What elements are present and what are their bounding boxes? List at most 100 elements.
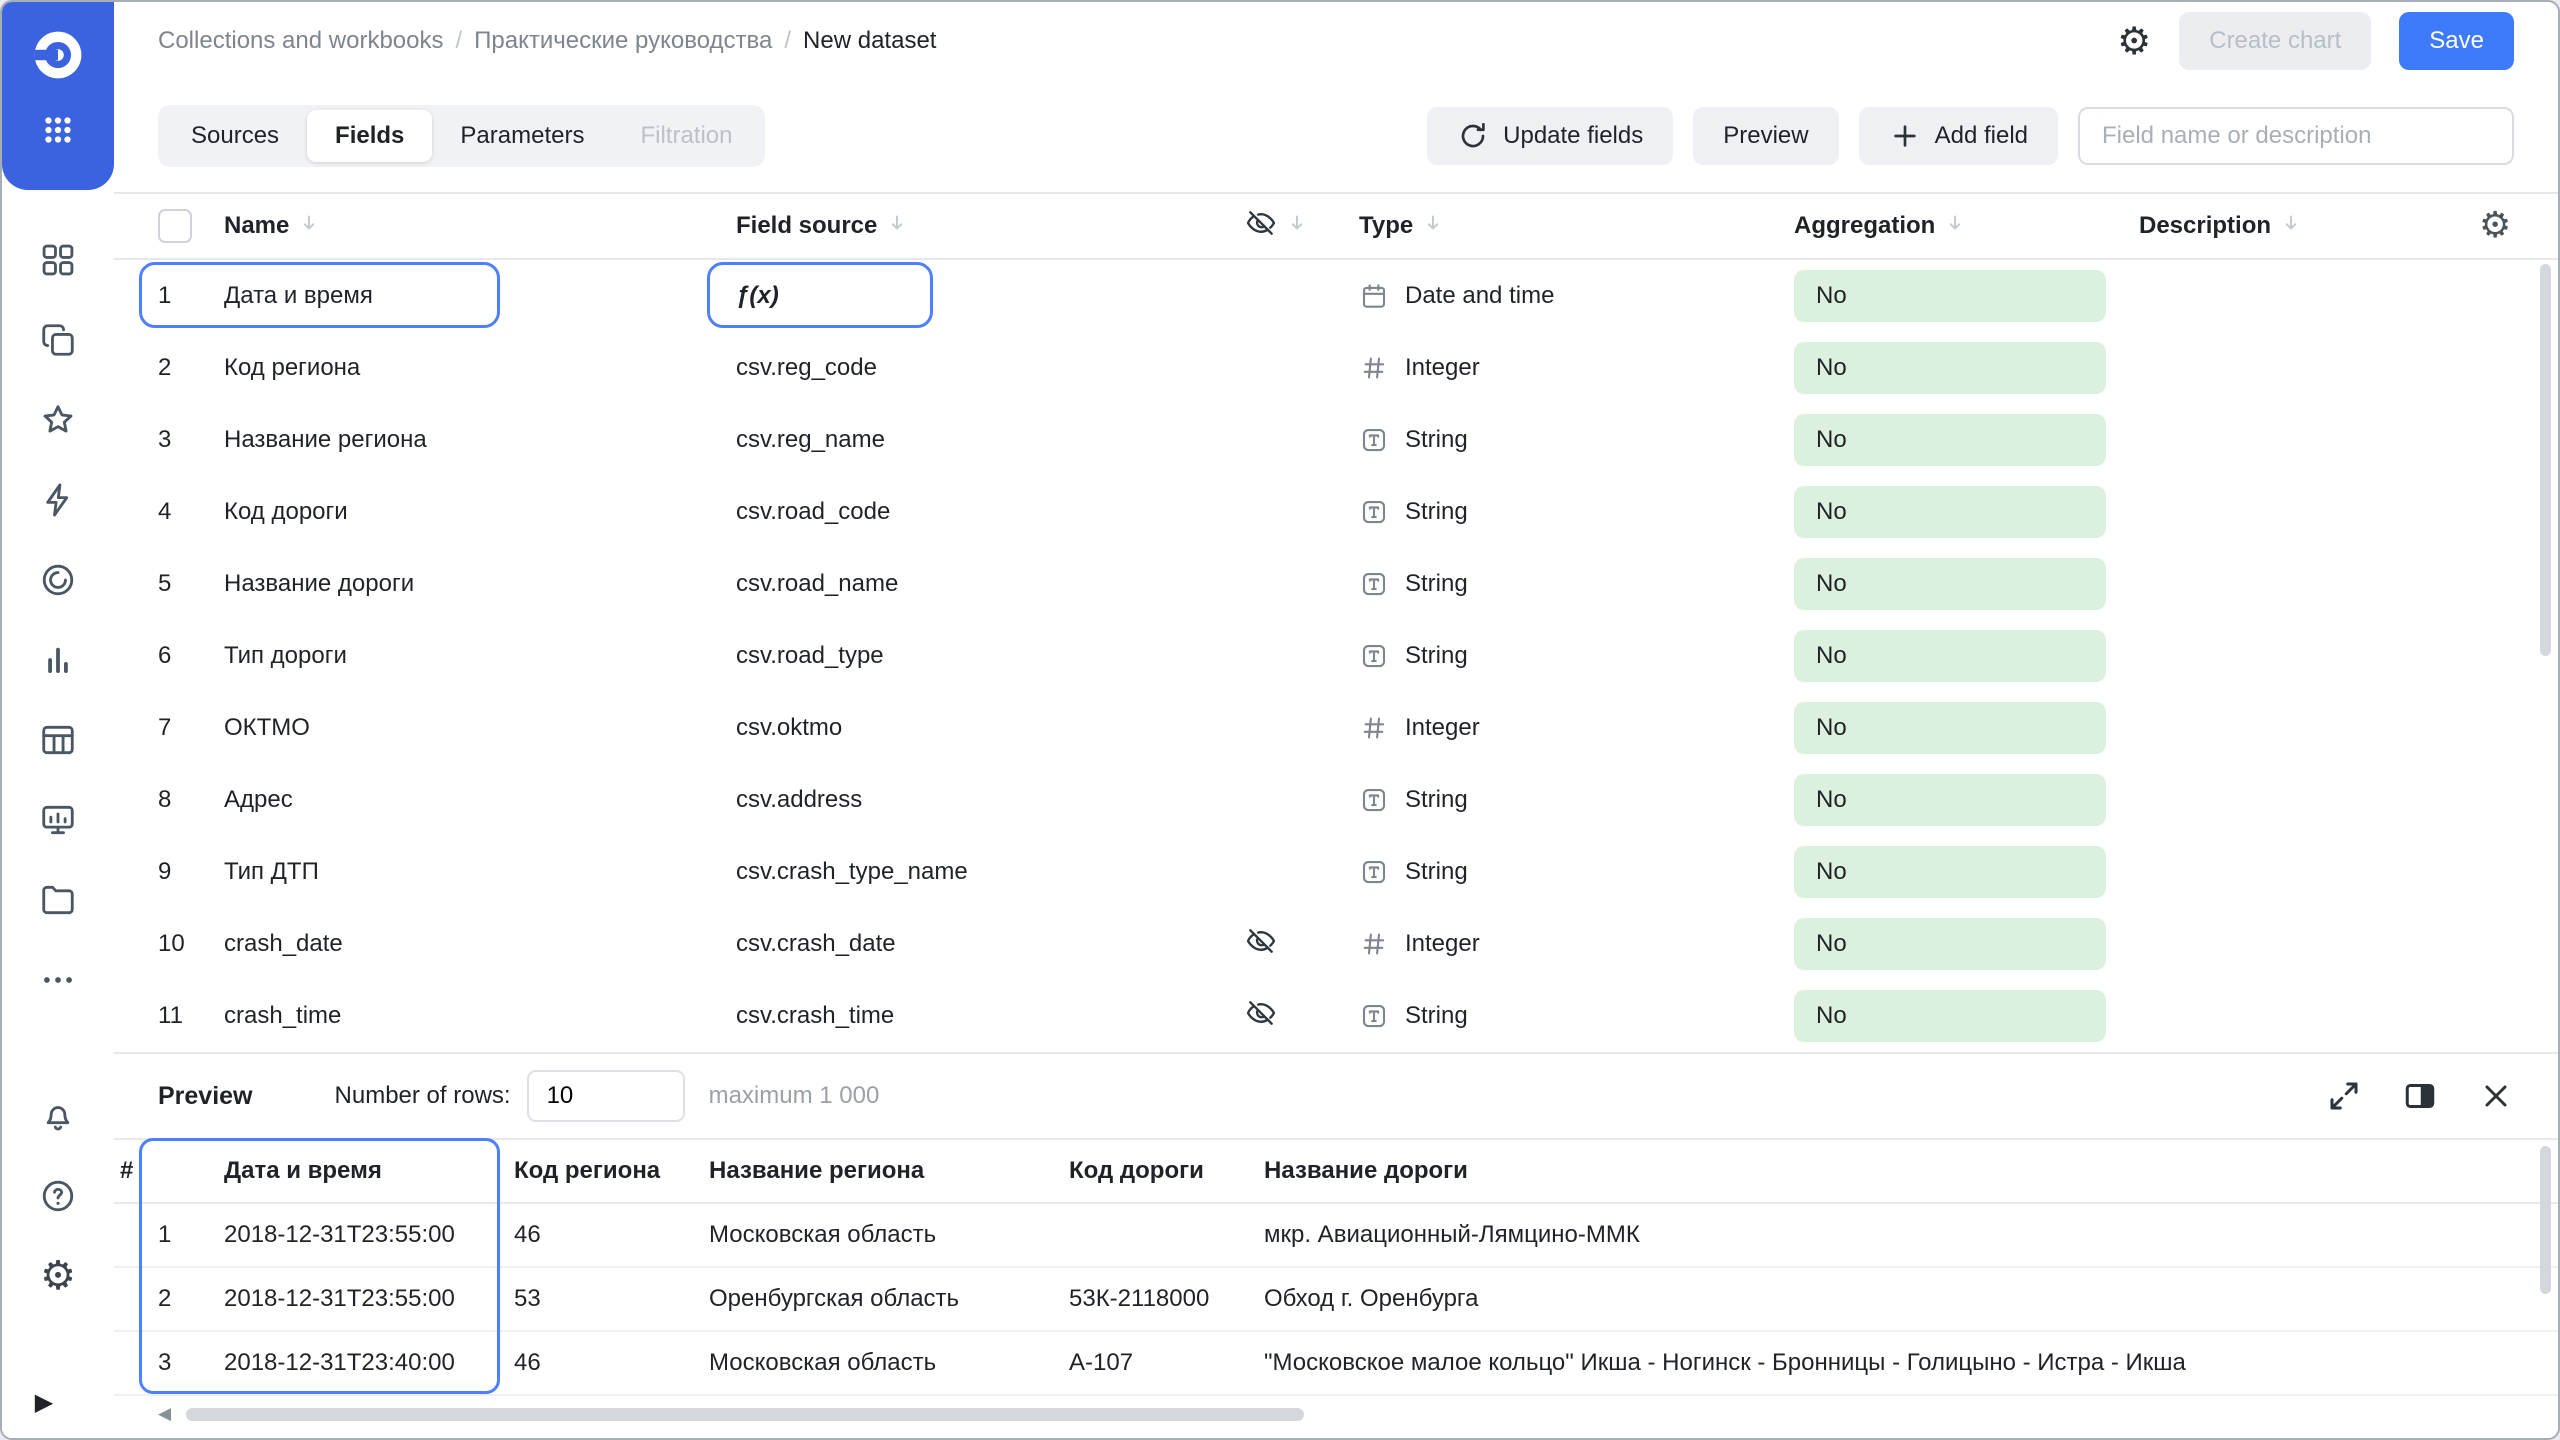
aggregation-badge[interactable]: No <box>1794 486 2106 538</box>
tab-fields[interactable]: Fields <box>307 110 432 162</box>
column-header-name[interactable]: Name <box>218 211 730 242</box>
folder-icon[interactable] <box>38 880 78 920</box>
field-type[interactable]: String <box>1353 425 1788 455</box>
field-source[interactable]: csv.road_name <box>730 570 1239 598</box>
connections-bolt-icon[interactable] <box>38 480 78 520</box>
table-grid-icon[interactable] <box>38 720 78 760</box>
field-source[interactable]: csv.oktmo <box>730 714 1239 742</box>
aggregation-badge[interactable]: No <box>1794 270 2106 322</box>
field-name[interactable]: Код дороги <box>218 498 730 526</box>
update-fields-button[interactable]: Update fields <box>1427 107 1673 165</box>
breadcrumb-collections[interactable]: Collections and workbooks <box>158 27 443 55</box>
charts-bars-icon[interactable] <box>38 640 78 680</box>
rows-count-input[interactable] <box>527 1070 685 1122</box>
field-name[interactable]: crash_date <box>218 930 730 958</box>
field-name[interactable]: Название дороги <box>218 570 730 598</box>
column-header-description[interactable]: Description <box>2133 211 2473 242</box>
field-source[interactable]: csv.road_code <box>730 498 1239 526</box>
field-aggregation[interactable]: No <box>1788 270 2133 322</box>
column-header-type[interactable]: Type <box>1353 211 1788 242</box>
tab-sources[interactable]: Sources <box>163 110 307 162</box>
apps-grid-icon[interactable] <box>38 110 78 150</box>
table-settings-gear-icon[interactable]: ⚙ <box>2473 208 2558 244</box>
dataset-settings-gear-icon[interactable]: ⚙ <box>2117 22 2151 60</box>
field-aggregation[interactable]: No <box>1788 918 2133 970</box>
field-aggregation[interactable]: No <box>1788 702 2133 754</box>
column-header-field-source[interactable]: Field source <box>730 211 1239 242</box>
field-name[interactable]: crash_time <box>218 1002 730 1030</box>
field-aggregation[interactable]: No <box>1788 558 2133 610</box>
save-button[interactable]: Save <box>2399 12 2514 70</box>
field-name[interactable]: Тип дороги <box>218 642 730 670</box>
column-header-aggregation[interactable]: Aggregation <box>1788 211 2133 242</box>
field-aggregation[interactable]: No <box>1788 846 2133 898</box>
field-type[interactable]: String <box>1353 497 1788 527</box>
field-source[interactable]: csv.crash_date <box>730 930 1239 958</box>
aggregation-badge[interactable]: No <box>1794 846 2106 898</box>
field-aggregation[interactable]: No <box>1788 774 2133 826</box>
aggregation-badge[interactable]: No <box>1794 990 2106 1042</box>
create-chart-button[interactable]: Create chart <box>2179 12 2371 70</box>
aggregation-badge[interactable]: No <box>1794 774 2106 826</box>
aggregation-badge[interactable]: No <box>1794 558 2106 610</box>
field-search-input[interactable] <box>2078 107 2514 165</box>
favorites-star-icon[interactable] <box>38 400 78 440</box>
field-aggregation[interactable]: No <box>1788 342 2133 394</box>
tiles-icon[interactable] <box>38 240 78 280</box>
field-aggregation[interactable]: No <box>1788 414 2133 466</box>
field-type[interactable]: Integer <box>1353 713 1788 743</box>
scroll-left-arrow-icon[interactable]: ◀ <box>158 1406 171 1423</box>
field-aggregation[interactable]: No <box>1788 486 2133 538</box>
field-type[interactable]: Integer <box>1353 929 1788 959</box>
collections-icon[interactable] <box>38 320 78 360</box>
field-hidden-cell[interactable] <box>1239 997 1353 1036</box>
add-field-button[interactable]: Add field <box>1859 107 2058 165</box>
field-source[interactable]: csv.crash_time <box>730 1002 1239 1030</box>
field-type[interactable]: String <box>1353 569 1788 599</box>
preview-button[interactable]: Preview <box>1693 107 1838 165</box>
field-source[interactable]: csv.crash_type_name <box>730 858 1239 886</box>
help-icon[interactable] <box>38 1176 78 1216</box>
field-source[interactable]: csv.reg_code <box>730 354 1239 382</box>
aggregation-badge[interactable]: No <box>1794 630 2106 682</box>
field-name[interactable]: Адрес <box>218 786 730 814</box>
field-source[interactable]: csv.address <box>730 786 1239 814</box>
horizontal-scrollbar-thumb[interactable] <box>186 1408 1304 1421</box>
breadcrumb-workbook[interactable]: Практические руководства <box>474 27 772 55</box>
services-ring-icon[interactable] <box>38 560 78 600</box>
collapse-sidebar-icon[interactable]: ▶ <box>24 1382 64 1422</box>
aggregation-badge[interactable]: No <box>1794 918 2106 970</box>
expand-preview-icon[interactable] <box>2326 1078 2362 1114</box>
aggregation-badge[interactable]: No <box>1794 414 2106 466</box>
field-type[interactable]: String <box>1353 1001 1788 1031</box>
field-name[interactable]: Тип ДТП <box>218 858 730 886</box>
field-source[interactable]: csv.road_type <box>730 642 1239 670</box>
field-name[interactable]: Название региона <box>218 426 730 454</box>
fields-vertical-scrollbar[interactable] <box>2540 264 2551 656</box>
field-aggregation[interactable]: No <box>1788 990 2133 1042</box>
select-all-checkbox[interactable] <box>158 209 192 243</box>
field-aggregation[interactable]: No <box>1788 630 2133 682</box>
aggregation-badge[interactable]: No <box>1794 342 2106 394</box>
close-preview-icon[interactable] <box>2478 1078 2514 1114</box>
field-type[interactable]: String <box>1353 785 1788 815</box>
split-view-icon[interactable] <box>2402 1078 2438 1114</box>
more-ellipsis-icon[interactable] <box>38 960 78 1000</box>
field-type[interactable]: Date and time <box>1353 281 1788 311</box>
field-source[interactable]: ƒ(x) <box>730 282 1239 310</box>
notifications-bell-icon[interactable] <box>38 1096 78 1136</box>
column-header-hidden[interactable] <box>1239 207 1353 246</box>
field-type[interactable]: Integer <box>1353 353 1788 383</box>
field-name[interactable]: Код региона <box>218 354 730 382</box>
field-type[interactable]: String <box>1353 857 1788 887</box>
field-source[interactable]: csv.reg_name <box>730 426 1239 454</box>
field-type[interactable]: String <box>1353 641 1788 671</box>
settings-gear-icon[interactable]: ⚙ <box>38 1256 78 1296</box>
field-name[interactable]: Дата и время <box>218 282 730 310</box>
aggregation-badge[interactable]: No <box>1794 702 2106 754</box>
field-hidden-cell[interactable] <box>1239 925 1353 964</box>
monitor-chart-icon[interactable] <box>38 800 78 840</box>
tab-parameters[interactable]: Parameters <box>432 110 612 162</box>
datalens-logo-icon[interactable] <box>25 22 91 88</box>
field-name[interactable]: ОКТМО <box>218 714 730 742</box>
